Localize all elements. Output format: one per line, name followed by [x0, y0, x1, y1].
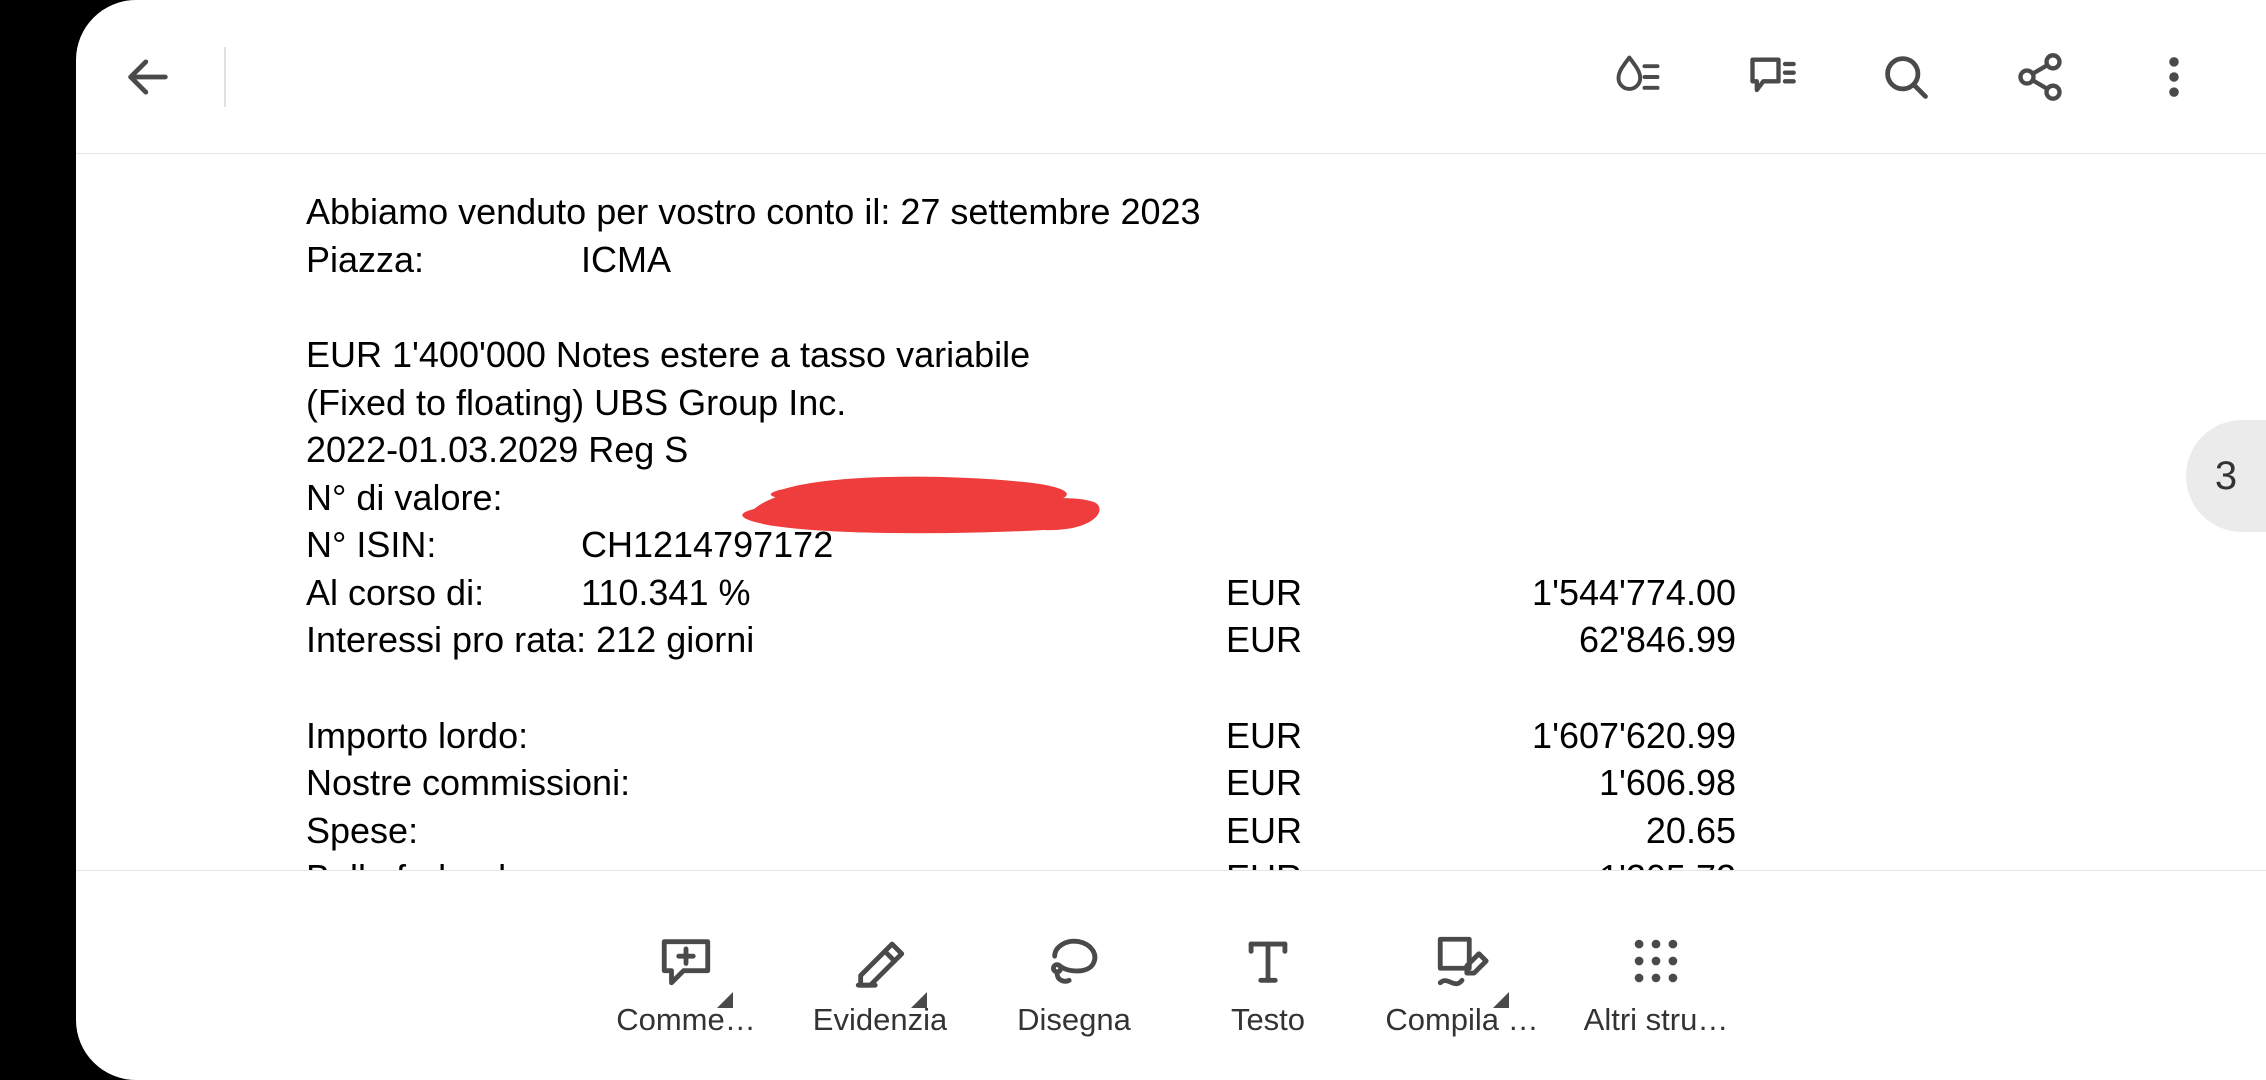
tool-draw-label: Disegna — [1017, 1002, 1131, 1038]
comment-plus-icon — [657, 932, 715, 990]
corso-ccy: EUR — [1226, 569, 1306, 617]
comm-label: Nostre commissioni: — [306, 759, 1226, 807]
arrow-left-icon — [122, 51, 174, 103]
lordo-amount: 1'607'620.99 — [1306, 712, 1736, 760]
share-icon — [2014, 51, 2066, 103]
valore-label: N° di valore: — [306, 474, 581, 522]
comm-ccy: EUR — [1226, 759, 1306, 807]
comment-lines-icon — [1746, 51, 1798, 103]
tool-draw[interactable]: Disegna — [994, 920, 1154, 1038]
spese-ccy: EUR — [1226, 807, 1306, 855]
bollo-amount: 1'205.72 — [1306, 854, 1736, 870]
tool-fill-label: Compila … — [1385, 1002, 1538, 1038]
search-button[interactable] — [1874, 45, 1938, 109]
document-content[interactable]: Abbiamo venduto per vostro conto il: 27 … — [76, 154, 2266, 870]
bottom-toolbar: Comme… Evidenzia Disegna — [76, 870, 2266, 1080]
more-vertical-icon — [2148, 51, 2200, 103]
grid-dots-icon — [1627, 932, 1685, 990]
bollo-label: Bollo federale: — [306, 854, 1226, 870]
tool-highlight-label: Evidenzia — [813, 1002, 947, 1038]
piazza-label: Piazza: — [306, 236, 581, 284]
valore-value — [581, 474, 2156, 522]
isin-label: N° ISIN: — [306, 521, 581, 569]
overflow-menu-button[interactable] — [2142, 45, 2206, 109]
tool-more-label: Altri stru… — [1584, 1002, 1729, 1038]
comment-panel-button[interactable] — [1740, 45, 1804, 109]
comm-amount: 1'606.98 — [1306, 759, 1736, 807]
tool-highlight[interactable]: Evidenzia — [800, 920, 960, 1038]
security-line-2: (Fixed to floating) UBS Group Inc. — [306, 379, 2156, 427]
corso-label: Al corso di: — [306, 569, 581, 617]
highlighter-icon — [851, 932, 909, 990]
tool-comment[interactable]: Comme… — [606, 920, 766, 1038]
spese-label: Spese: — [306, 807, 1226, 855]
liquid-mode-button[interactable] — [1606, 45, 1670, 109]
sold-prefix: Abbiamo venduto per vostro conto il: — [306, 191, 900, 232]
isin-value: CH1214797172 — [581, 521, 2156, 569]
interessi-ccy: EUR — [1226, 616, 1306, 664]
sold-line: Abbiamo venduto per vostro conto il: 27 … — [306, 188, 2156, 236]
spese-amount: 20.65 — [1306, 807, 1736, 855]
corso-value: 110.341 % — [581, 569, 750, 617]
interessi-label: Interessi pro rata: 212 giorni — [306, 616, 1226, 664]
toolbar-divider — [224, 47, 226, 107]
tool-text[interactable]: Testo — [1188, 920, 1348, 1038]
bollo-ccy: EUR — [1226, 854, 1306, 870]
security-line-3: 2022-01.03.2029 Reg S — [306, 426, 2156, 474]
top-toolbar — [76, 0, 2266, 154]
share-button[interactable] — [2008, 45, 2072, 109]
piazza-value: ICMA — [581, 236, 2156, 284]
search-icon — [1880, 51, 1932, 103]
lordo-ccy: EUR — [1226, 712, 1306, 760]
tool-comment-label: Comme… — [616, 1002, 756, 1038]
tool-more[interactable]: Altri stru… — [1576, 920, 1736, 1038]
app-window: Abbiamo venduto per vostro conto il: 27 … — [76, 0, 2266, 1080]
interessi-amount: 62'846.99 — [1306, 616, 1736, 664]
lordo-label: Importo lordo: — [306, 712, 1226, 760]
tool-fill-sign[interactable]: Compila … — [1382, 920, 1542, 1038]
fill-sign-icon — [1433, 932, 1491, 990]
back-button[interactable] — [116, 45, 180, 109]
tool-text-label: Testo — [1231, 1002, 1305, 1038]
text-icon — [1239, 932, 1297, 990]
sold-date: 27 settembre 2023 — [900, 191, 1200, 232]
corso-amount: 1'544'774.00 — [1306, 569, 1736, 617]
security-line-1: EUR 1'400'000 Notes estere a tasso varia… — [306, 331, 2156, 379]
droplet-lines-icon — [1612, 51, 1664, 103]
lasso-icon — [1045, 932, 1103, 990]
